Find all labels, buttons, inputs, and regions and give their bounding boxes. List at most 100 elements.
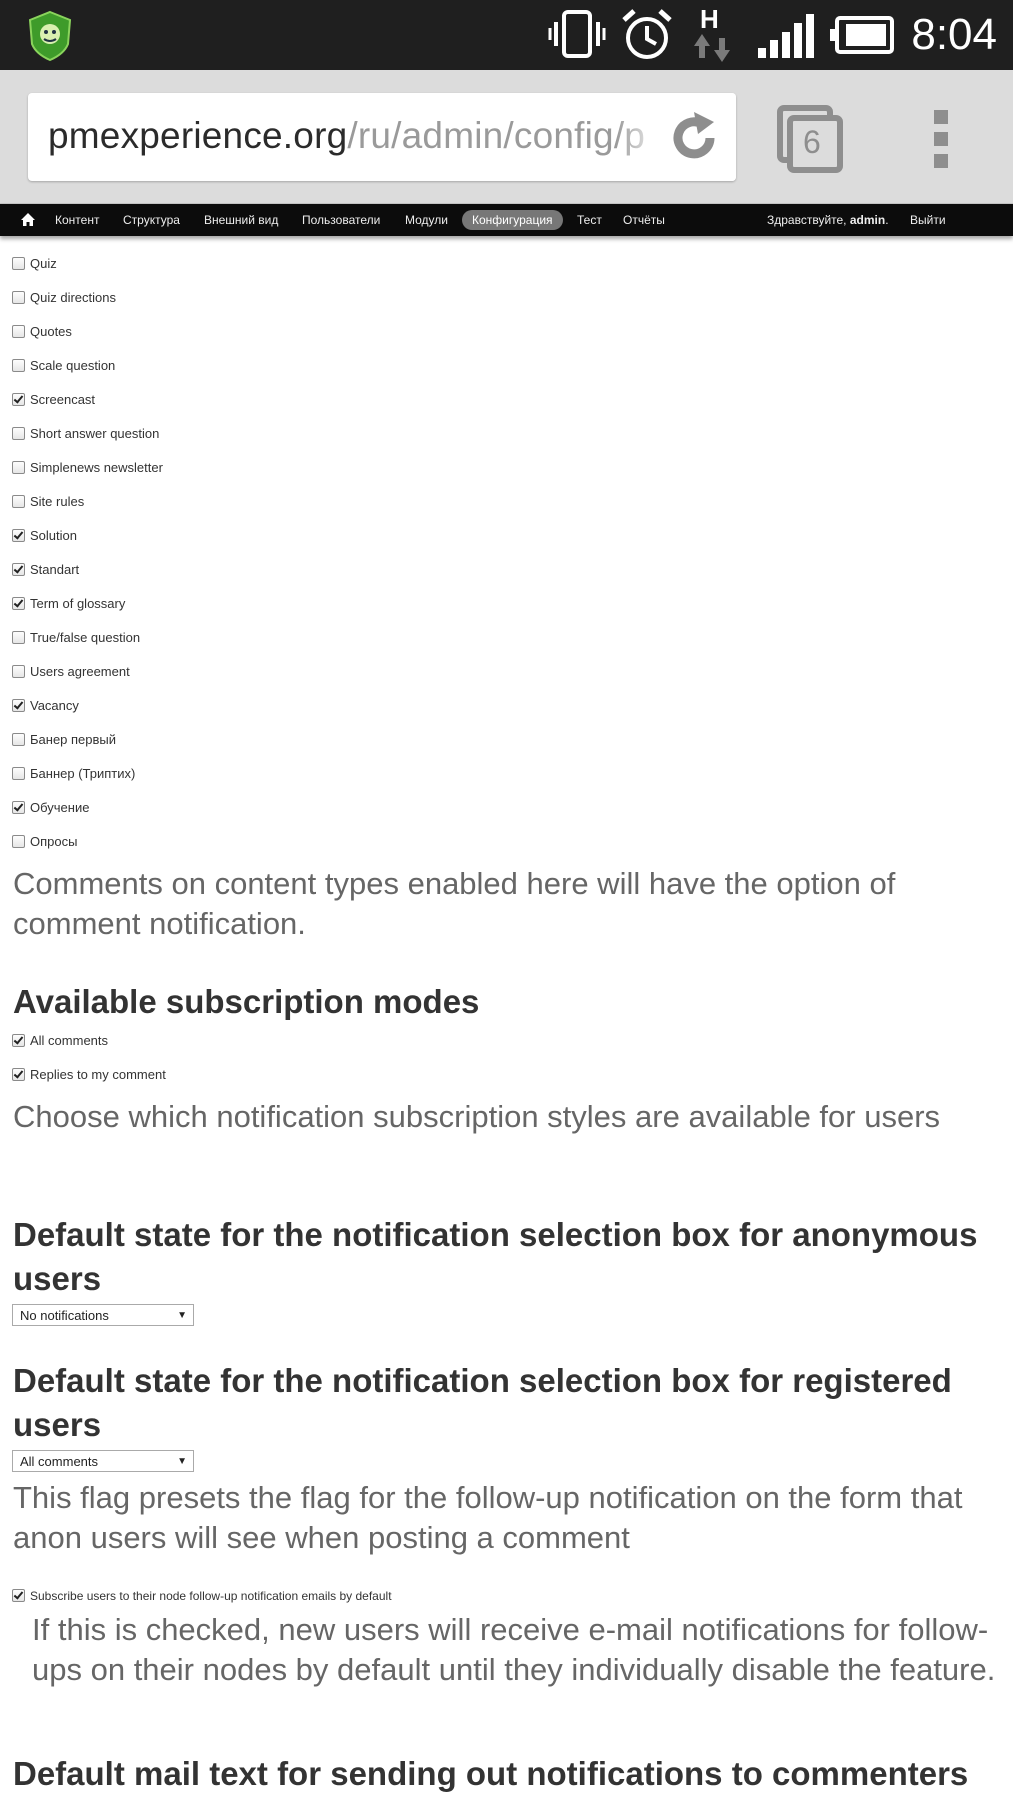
checkbox-item[interactable]: True/false question	[12, 628, 140, 648]
checkbox-item[interactable]: Банер первый	[12, 730, 116, 750]
url-text: pmexperience.org/ru/admin/config/p	[48, 115, 645, 157]
dropdown-arrow-icon: ▼	[177, 1310, 187, 1321]
greeting-punctuation: .	[885, 213, 889, 227]
checkbox-item[interactable]: Short answer question	[12, 424, 159, 444]
select-value: No notifications	[20, 1308, 109, 1323]
checkbox-item-replies[interactable]: Replies to my comment	[12, 1065, 166, 1085]
checkbox-item[interactable]: Vacancy	[12, 696, 79, 716]
checkbox-item[interactable]: Term of glossary	[12, 594, 125, 614]
checkbox[interactable]	[12, 597, 25, 610]
anon-default-heading: Default state for the notification selec…	[13, 1216, 978, 1297]
menu-item-appearance[interactable]: Внешний вид	[204, 204, 278, 236]
checkbox-label: Users agreement	[30, 664, 130, 679]
mail-text-heading: Default mail text for sending out notifi…	[13, 1755, 969, 1792]
checkbox-item[interactable]: Баннер (Триптих)	[12, 764, 135, 784]
checkbox-item[interactable]: Solution	[12, 526, 77, 546]
checkbox[interactable]	[12, 359, 25, 372]
checkbox[interactable]	[12, 699, 25, 712]
checkbox-label: Short answer question	[30, 426, 160, 441]
dropdown-arrow-icon: ▼	[177, 1456, 187, 1467]
checkbox-item-node-followup[interactable]: Subscribe users to their node follow-up …	[12, 1586, 392, 1606]
home-icon[interactable]	[20, 212, 36, 228]
menu-item-people[interactable]: Пользователи	[302, 204, 380, 236]
checkbox-item[interactable]: Scale question	[12, 356, 115, 376]
checkbox[interactable]	[12, 1589, 25, 1602]
reload-icon[interactable]	[666, 110, 722, 166]
logout-link[interactable]: Выйти	[910, 204, 946, 236]
checkbox-label: True/false question	[30, 630, 141, 645]
checkbox-item[interactable]: Опросы	[12, 832, 77, 852]
checkbox-item-all-comments[interactable]: All comments	[12, 1031, 108, 1051]
checkbox[interactable]	[12, 461, 25, 474]
checkbox[interactable]	[12, 801, 25, 814]
checkbox-item[interactable]: Screencast	[12, 390, 95, 410]
anon-default-select[interactable]: No notifications ▼	[12, 1304, 194, 1326]
checkbox[interactable]	[12, 1068, 25, 1081]
checkbox-label: Screencast	[30, 392, 96, 407]
checkbox-item[interactable]: Simplenews newsletter	[12, 458, 163, 478]
checkbox[interactable]	[12, 529, 25, 542]
network-h-icon: H	[692, 4, 732, 64]
admin-toolbar: Контент Структура Внешний вид Пользовате…	[0, 204, 1013, 236]
menu-item-test[interactable]: Тест	[577, 204, 602, 236]
checkbox-label: Term of glossary	[30, 596, 126, 611]
registered-default-select[interactable]: All comments ▼	[12, 1450, 194, 1472]
checkbox[interactable]	[12, 1034, 25, 1047]
alarm-icon	[622, 9, 672, 59]
checkbox-item[interactable]: Site rules	[12, 492, 84, 512]
checkbox[interactable]	[12, 665, 25, 678]
registered-default-heading: Default state for the notification selec…	[13, 1362, 952, 1443]
checkbox-label: Vacancy	[30, 698, 79, 713]
checkbox-item[interactable]: Обучение	[12, 798, 89, 818]
checkbox-item[interactable]: Quiz directions	[12, 288, 116, 308]
checkbox[interactable]	[12, 495, 25, 508]
tab-count: 6	[803, 124, 821, 160]
content-types-description: Comments on content types enabled here w…	[13, 866, 896, 941]
checkbox[interactable]	[12, 393, 25, 406]
checkbox-item[interactable]: Quotes	[12, 322, 72, 342]
select-value: All comments	[20, 1454, 99, 1469]
checkbox-label: Обучение	[30, 800, 90, 815]
checkbox-item[interactable]: Standart	[12, 560, 79, 580]
menu-item-reports[interactable]: Отчёты	[623, 204, 665, 236]
menu-item-structure[interactable]: Структура	[123, 204, 180, 236]
app-shield-icon	[28, 10, 72, 62]
clock-time: 8:04	[911, 10, 997, 59]
checkbox[interactable]	[12, 733, 25, 746]
checkbox-label: Standart	[30, 562, 80, 577]
menu-item-modules[interactable]: Модули	[405, 204, 448, 236]
checkbox-label: All comments	[30, 1033, 109, 1048]
checkbox[interactable]	[12, 427, 25, 440]
username[interactable]: admin	[850, 213, 885, 227]
checkbox[interactable]	[12, 631, 25, 644]
signal-icon	[758, 14, 814, 58]
checkbox[interactable]	[12, 257, 25, 270]
checkbox-label: Subscribe users to their node follow-up …	[30, 1589, 392, 1603]
checkbox[interactable]	[12, 563, 25, 576]
menu-item-content[interactable]: Контент	[55, 204, 99, 236]
menu-item-configuration[interactable]: Конфигурация	[462, 210, 563, 230]
checkbox-item[interactable]: Quiz	[12, 254, 57, 274]
checkbox[interactable]	[12, 835, 25, 848]
checkbox-label: Quiz directions	[30, 290, 116, 305]
checkbox-label: Scale question	[30, 358, 116, 373]
checkbox-item[interactable]: Users agreement	[12, 662, 130, 682]
browser-toolbar: pmexperience.org/ru/admin/config/p 6	[0, 70, 1013, 204]
android-status-bar: H 8:04	[0, 0, 1013, 70]
url-bar[interactable]: pmexperience.org/ru/admin/config/p	[28, 93, 736, 181]
checkbox[interactable]	[12, 291, 25, 304]
overflow-menu-icon[interactable]	[930, 108, 954, 170]
node-followup-description: If this is checked, new users will recei…	[32, 1612, 996, 1687]
checkbox[interactable]	[12, 767, 25, 780]
checkbox[interactable]	[12, 325, 25, 338]
checkbox-label: Quiz	[30, 256, 57, 271]
checkbox-label: Site rules	[30, 494, 85, 509]
checkbox-label: Банер первый	[30, 732, 117, 747]
tabs-button[interactable]: 6	[776, 104, 846, 174]
url-host: pmexperience.org	[48, 115, 348, 156]
greeting-text: Здравствуйте,	[767, 213, 850, 227]
network-type-label: H	[700, 4, 719, 34]
user-greeting: Здравствуйте, admin.	[767, 204, 889, 236]
checkbox-label: Simplenews newsletter	[30, 460, 163, 475]
checkbox-label: Replies to my comment	[30, 1067, 166, 1082]
